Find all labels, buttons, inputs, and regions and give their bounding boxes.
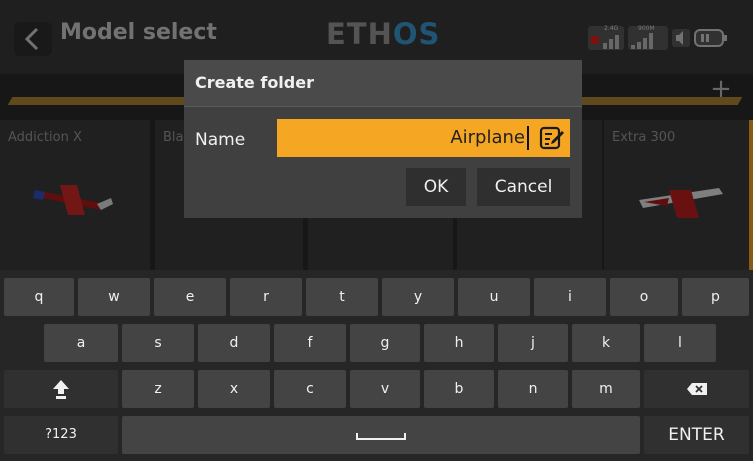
text-cursor [527,126,529,150]
key-c[interactable]: c [274,370,346,408]
on-screen-keyboard: q w e r t y u i o p a s d f g h j k l z … [0,270,753,461]
dialog-title: Create folder [195,73,314,92]
key-f[interactable]: f [274,324,346,362]
enter-key[interactable]: ENTER [644,416,749,454]
key-n[interactable]: n [498,370,568,408]
key-y[interactable]: y [382,278,454,316]
shift-key[interactable] [4,370,118,408]
cancel-button[interactable]: Cancel [477,168,570,206]
edit-icon[interactable] [539,126,565,150]
backspace-key[interactable] [644,370,749,408]
name-label: Name [195,130,246,150]
folder-name-value: Airplane [450,127,525,148]
key-a[interactable]: a [44,324,118,362]
key-x[interactable]: x [198,370,270,408]
key-i[interactable]: i [534,278,606,316]
create-folder-dialog: Create folder Name Airplane OK Cancel [184,60,582,218]
spacebar-key[interactable] [122,416,640,454]
screen: Model select ETHOS 2.4G 900M + Addiction… [0,0,753,461]
shift-arrow-icon [53,380,69,399]
key-m[interactable]: m [572,370,640,408]
key-s[interactable]: s [122,324,194,362]
key-w[interactable]: w [78,278,150,316]
key-g[interactable]: g [350,324,420,362]
key-t[interactable]: t [306,278,378,316]
key-z[interactable]: z [122,370,194,408]
key-h[interactable]: h [424,324,494,362]
key-d[interactable]: d [198,324,270,362]
key-k[interactable]: k [572,324,640,362]
key-o[interactable]: o [610,278,678,316]
key-r[interactable]: r [230,278,302,316]
key-q[interactable]: q [4,278,74,316]
key-b[interactable]: b [424,370,494,408]
space-icon [356,433,406,440]
ok-button[interactable]: OK [406,168,466,206]
key-j[interactable]: j [498,324,568,362]
key-e[interactable]: e [154,278,226,316]
key-p[interactable]: p [682,278,749,316]
folder-name-input[interactable]: Airplane [277,119,570,157]
key-u[interactable]: u [458,278,530,316]
key-v[interactable]: v [350,370,420,408]
dialog-titlebar: Create folder [184,60,582,107]
numbers-key[interactable]: ?123 [4,416,118,454]
backspace-icon [686,383,707,395]
key-l[interactable]: l [644,324,716,362]
